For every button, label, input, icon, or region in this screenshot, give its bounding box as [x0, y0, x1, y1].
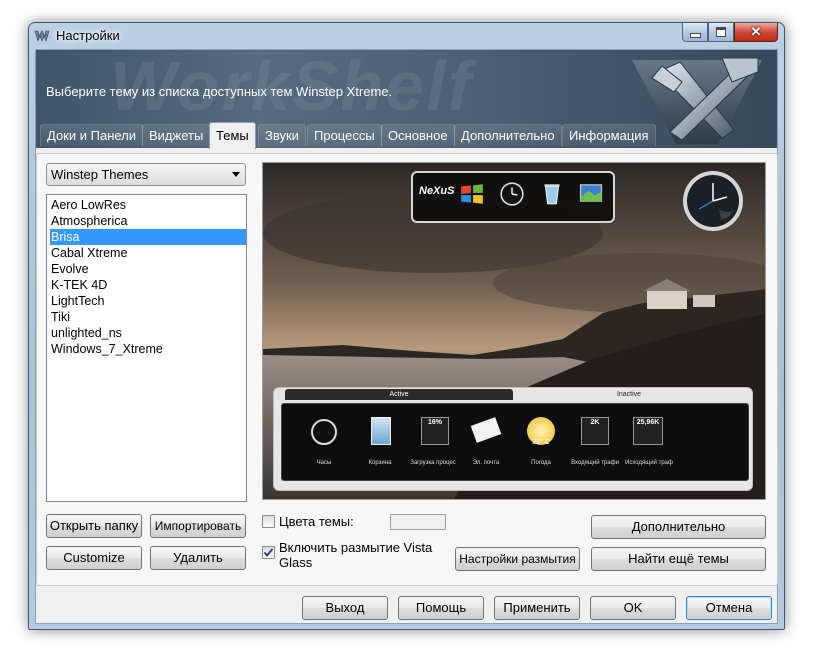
widget-label: Входящий трафи	[571, 460, 619, 466]
widget-clock-icon	[311, 419, 337, 445]
find-more-themes-button[interactable]: Найти ещё темы	[591, 547, 766, 571]
theme-colors-label: Цвета темы:	[279, 514, 354, 529]
vista-glass-checkbox[interactable]	[262, 546, 275, 559]
vista-glass-label-line1: Включить размытие Vista	[279, 540, 433, 555]
tab-docks-panels[interactable]: Доки и Панели	[40, 124, 144, 146]
tab-themes[interactable]: Темы	[209, 122, 256, 149]
list-item-selected[interactable]: Brisa	[50, 229, 246, 245]
list-item[interactable]: Evolve	[50, 261, 246, 277]
preview-inactive-label: Inactive	[616, 391, 642, 398]
windows-icon	[461, 184, 483, 204]
widget-in-traffic-value: 2K	[590, 419, 600, 426]
tab-sounds[interactable]: Звуки	[258, 124, 306, 146]
preview-widget-strip	[281, 403, 749, 481]
list-item[interactable]: K-TEK 4D	[50, 277, 246, 293]
vista-glass-label-line2: Glass	[279, 555, 313, 570]
close-button[interactable]: ✕	[734, 23, 778, 42]
theme-color-swatch[interactable]	[390, 514, 446, 530]
widget-label: Корзина	[368, 460, 392, 466]
winstep-app-icon	[34, 30, 50, 42]
widget-label: Исходящий траф	[625, 460, 673, 466]
customize-button[interactable]: Customize	[46, 546, 142, 570]
exit-button[interactable]: Выход	[302, 596, 388, 620]
blur-settings-button[interactable]: Настройки размытия	[455, 547, 580, 571]
preview-active-label: Active	[389, 391, 409, 398]
widget-out-traffic-value: 25,96K	[636, 419, 660, 426]
clock-icon	[500, 182, 524, 206]
nexus-logo: NeXuS	[419, 185, 455, 197]
maximize-icon	[716, 27, 726, 37]
tab-widgets[interactable]: Виджеты	[142, 124, 211, 146]
tab-advanced[interactable]: Дополнительно	[454, 124, 562, 146]
minimize-icon	[689, 32, 701, 38]
tab-info[interactable]: Информация	[562, 124, 656, 146]
widget-label: Погода	[531, 460, 551, 466]
cancel-button[interactable]: Отмена	[686, 596, 772, 620]
widget-label: Часы	[316, 460, 332, 466]
maximize-button[interactable]	[708, 23, 734, 42]
more-options-button[interactable]: Дополнительно	[591, 515, 766, 539]
list-item[interactable]: Atmospherica	[50, 213, 246, 229]
widget-cpu-value: 16%	[427, 419, 442, 426]
clock-widget-icon	[683, 171, 743, 231]
list-item[interactable]: Cabal Xtreme	[50, 245, 246, 261]
widget-label: Загрузка процес	[410, 460, 456, 466]
list-item[interactable]: unlighted_ns	[50, 325, 246, 341]
apply-button[interactable]: Применить	[494, 596, 580, 620]
banner-instruction: Выберите тему из списка доступных тем Wi…	[46, 84, 393, 99]
theme-colors-checkbox[interactable]	[262, 515, 275, 528]
open-folder-button[interactable]: Открыть папку	[46, 514, 142, 538]
pictures-icon	[579, 184, 603, 202]
widget-weather-value: 26° C	[532, 439, 550, 446]
import-button[interactable]: Импортировать	[150, 514, 246, 538]
list-item[interactable]: Tiki	[50, 309, 246, 325]
minimize-button[interactable]	[682, 23, 708, 42]
delete-button[interactable]: Удалить	[150, 546, 246, 570]
theme-preview: NeXuS Active Inactive 16% 26° C 2K 25,96…	[262, 162, 766, 500]
window-title: Настройки	[56, 28, 120, 43]
list-item[interactable]: LightTech	[50, 293, 246, 309]
tab-processes[interactable]: Процессы	[307, 124, 382, 146]
list-item[interactable]: Aero LowRes	[50, 197, 246, 213]
widget-label: Эл. почта	[472, 460, 500, 466]
recycle-bin-icon	[544, 184, 560, 205]
help-button[interactable]: Помощь	[398, 596, 484, 620]
theme-list[interactable]: Aero LowRes Atmospherica Brisa Cabal Xtr…	[46, 194, 247, 502]
tab-general[interactable]: Основное	[381, 124, 455, 146]
close-icon: ✕	[750, 24, 762, 39]
ok-button[interactable]: OK	[590, 596, 676, 620]
chevron-down-icon	[232, 172, 240, 177]
checkmark-icon	[263, 548, 274, 557]
widget-recycle-icon	[371, 417, 391, 445]
theme-source-dropdown[interactable]: Winstep Themes	[46, 163, 246, 186]
list-item[interactable]: Windows_7_Xtreme	[50, 341, 246, 357]
